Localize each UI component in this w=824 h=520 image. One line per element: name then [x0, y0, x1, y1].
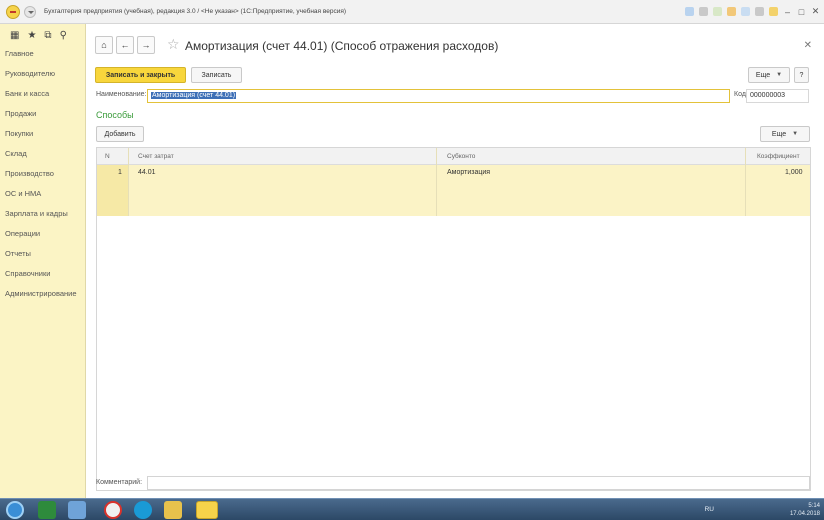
language-indicator[interactable]: RU	[705, 506, 714, 513]
cell-account[interactable]: 44.01	[138, 169, 156, 176]
name-label: Наименование:	[96, 91, 147, 98]
excel-icon[interactable]	[38, 501, 56, 519]
comment-field[interactable]	[147, 476, 810, 490]
home-icon[interactable]: ⌂	[95, 36, 113, 54]
save-button[interactable]: Записать	[191, 67, 242, 83]
yandex-browser-icon[interactable]	[104, 501, 122, 519]
name-value: Амортизация (счет 44.01)	[151, 92, 237, 99]
search-icon[interactable]: ⚲	[60, 30, 67, 41]
nav-buttons: ⌂ ← →	[95, 36, 155, 54]
sidebar-item-payroll[interactable]: Зарплата и кадры	[0, 204, 85, 224]
page-title: Амортизация (счет 44.01) (Способ отражен…	[185, 39, 499, 53]
cell-subconto[interactable]: Амортизация	[447, 169, 490, 176]
folder-icon[interactable]	[164, 501, 182, 519]
calculator-icon[interactable]	[727, 7, 736, 16]
favorite-star-icon[interactable]: ☆	[167, 36, 180, 53]
toolbar-icon[interactable]	[699, 7, 708, 16]
save-and-close-button[interactable]: Записать и закрыть	[95, 67, 186, 83]
calendar-icon[interactable]	[741, 7, 750, 16]
sections-panel: ▦ ★ ⧉ ⚲ Главное Руководителю Банк и касс…	[0, 24, 86, 498]
maximize-button[interactable]: □	[797, 7, 806, 17]
sidebar-item-purchases[interactable]: Покупки	[0, 124, 85, 144]
back-arrow-icon[interactable]: ←	[116, 36, 134, 54]
main-menu-icon[interactable]	[24, 5, 36, 18]
1c-app-icon[interactable]	[196, 501, 218, 519]
toolbar-icon[interactable]	[685, 7, 694, 16]
skype-icon[interactable]	[134, 501, 152, 519]
add-row-button[interactable]: Добавить	[96, 126, 144, 142]
table-header: N Счет затрат Субконто Коэффициент	[97, 148, 810, 165]
table-row[interactable]: 1 44.01 Амортизация 1,000	[97, 165, 810, 216]
col-n[interactable]: N	[105, 148, 110, 165]
apps-grid-icon[interactable]: ▦	[10, 30, 19, 41]
sidebar-tools: ▦ ★ ⧉ ⚲	[0, 24, 85, 44]
clock[interactable]: 5:14 17.04.2018	[790, 502, 820, 518]
col-coef[interactable]: Коэффициент	[757, 148, 800, 165]
history-icon[interactable]: ⧉	[44, 30, 51, 41]
favorites-star-icon[interactable]: ★	[27, 30, 36, 41]
close-window-button[interactable]: ✕	[811, 6, 820, 17]
window-titlebar: Бухгалтерия предприятия (учебная), редак…	[0, 0, 824, 24]
taskbar: RU 5:14 17.04.2018	[0, 498, 824, 520]
info-icon[interactable]	[769, 7, 778, 16]
sidebar-item-sales[interactable]: Продажи	[0, 104, 85, 124]
table-more-button[interactable]: Еще ▼	[760, 126, 810, 142]
sidebar-item-main[interactable]: Главное	[0, 44, 85, 64]
sidebar-item-warehouse[interactable]: Склад	[0, 144, 85, 164]
start-button-icon[interactable]	[6, 501, 24, 519]
name-field[interactable]: Амортизация (счет 44.01)	[147, 89, 730, 103]
column-divider	[128, 148, 129, 216]
minimize-button[interactable]: –	[783, 7, 792, 17]
section-title: Способы	[96, 110, 134, 120]
column-divider	[436, 148, 437, 216]
sidebar-item-reports[interactable]: Отчеты	[0, 244, 85, 264]
sidebar-item-bank[interactable]: Банк и касса	[0, 84, 85, 104]
app-logo-icon	[6, 4, 20, 19]
sidebar-item-production[interactable]: Производство	[0, 164, 85, 184]
sidebar-item-directories[interactable]: Справочники	[0, 264, 85, 284]
forward-arrow-icon[interactable]: →	[137, 36, 155, 54]
form-area: ⌂ ← → ☆ Амортизация (счет 44.01) (Способ…	[87, 24, 824, 498]
sidebar-item-admin[interactable]: Администрирование	[0, 284, 85, 304]
close-form-icon[interactable]: ✕	[804, 40, 812, 51]
chevron-down-icon: ▼	[776, 72, 783, 78]
comment-label: Комментарий:	[96, 479, 143, 486]
cell-coef[interactable]: 1,000	[785, 169, 803, 176]
sidebar-item-manager[interactable]: Руководителю	[0, 64, 85, 84]
chevron-down-icon: ▼	[792, 131, 799, 137]
clock-time: 5:14	[808, 503, 820, 509]
titlebar-tools: – □ ✕	[685, 6, 820, 17]
sidebar-item-assets[interactable]: ОС и НМА	[0, 184, 85, 204]
table-more-label: Еще	[771, 130, 787, 138]
row-marker	[97, 165, 128, 216]
explorer-icon[interactable]	[68, 501, 86, 519]
toolbar-icon[interactable]	[755, 7, 764, 16]
more-button[interactable]: Еще ▼	[748, 67, 790, 83]
more-label: Еще	[755, 71, 771, 79]
toolbar-icon[interactable]	[713, 7, 722, 16]
column-divider	[745, 148, 746, 216]
code-field[interactable]: 000000003	[746, 89, 809, 103]
window-title: Бухгалтерия предприятия (учебная), редак…	[44, 8, 347, 15]
methods-table[interactable]: N Счет затрат Субконто Коэффициент 1 44.…	[96, 147, 811, 491]
clock-date: 17.04.2018	[789, 511, 820, 517]
cell-n: 1	[118, 169, 122, 176]
col-subconto[interactable]: Субконто	[447, 148, 475, 165]
help-button[interactable]: ?	[794, 67, 809, 83]
col-account[interactable]: Счет затрат	[138, 148, 174, 165]
sidebar-item-operations[interactable]: Операции	[0, 224, 85, 244]
